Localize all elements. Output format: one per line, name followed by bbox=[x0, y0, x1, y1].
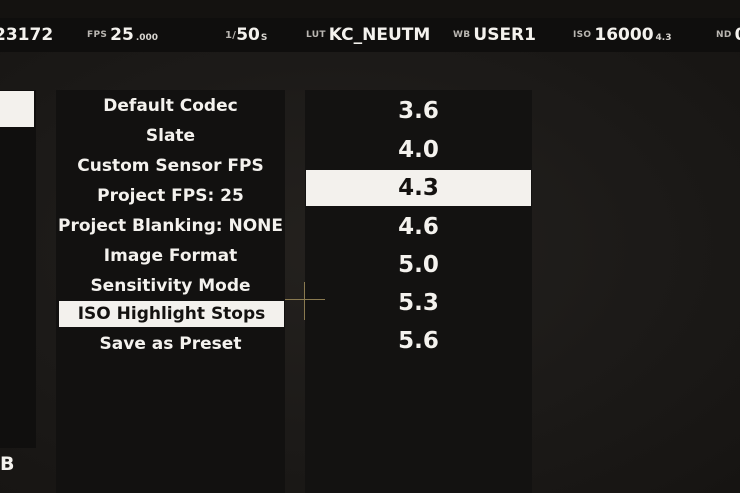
lut-readout: LUT KC_NEUTM bbox=[306, 18, 430, 52]
nd-readout: ND 0 bbox=[716, 18, 740, 52]
value-option[interactable]: 4.0 bbox=[305, 132, 532, 168]
settings-menu: Default Codec Slate Custom Sensor FPS Pr… bbox=[56, 90, 285, 493]
nd-label: ND bbox=[716, 30, 732, 40]
menu-item-sensitivity-mode[interactable]: Sensitivity Mode bbox=[56, 273, 285, 299]
value-option[interactable]: 3.6 bbox=[305, 93, 532, 129]
menu-item-custom-sensor-fps[interactable]: Custom Sensor FPS bbox=[56, 153, 285, 179]
left-menu-panel bbox=[0, 90, 36, 448]
value-option-selected[interactable]: 4.3 bbox=[306, 170, 531, 206]
shutter-pre: 1/ bbox=[225, 29, 237, 41]
lut-value: KC_NEUTM bbox=[328, 25, 431, 45]
left-panel-letter: B bbox=[0, 453, 15, 475]
iso-readout: ISO 16000 4.3 bbox=[573, 18, 672, 52]
clip-value: 23172 bbox=[0, 25, 54, 45]
menu-item-project-fps[interactable]: Project FPS: 25 bbox=[56, 183, 285, 209]
iso-value: 16000 bbox=[594, 25, 654, 45]
iso-sub: 4.3 bbox=[655, 33, 672, 43]
value-option[interactable]: 5.0 bbox=[305, 247, 532, 283]
shutter-readout: 1/ 50 S bbox=[225, 18, 267, 52]
fps-value: 25 bbox=[110, 25, 134, 45]
left-menu-selection[interactable] bbox=[0, 91, 34, 127]
iso-label: ISO bbox=[573, 30, 592, 40]
crosshair-vertical bbox=[304, 282, 305, 320]
status-bar: 23172 FPS 25 .000 1/ 50 S LUT KC_NEUTM W… bbox=[0, 18, 740, 52]
menu-item-default-codec[interactable]: Default Codec bbox=[56, 93, 285, 119]
shutter-unit: S bbox=[260, 33, 268, 43]
fps-readout: FPS 25 .000 bbox=[87, 18, 158, 52]
fps-label: FPS bbox=[87, 30, 108, 40]
value-option[interactable]: 5.3 bbox=[305, 285, 532, 321]
top-edge bbox=[0, 0, 740, 18]
wb-label: WB bbox=[453, 30, 471, 40]
clip-counter: 23172 bbox=[0, 18, 53, 52]
value-option[interactable]: 4.6 bbox=[305, 209, 532, 245]
nd-value: 0 bbox=[735, 25, 740, 45]
menu-item-slate[interactable]: Slate bbox=[56, 123, 285, 149]
value-list: 3.6 4.0 4.3 4.6 5.0 5.3 5.6 bbox=[305, 90, 532, 493]
menu-item-iso-highlight-stops[interactable]: ISO Highlight Stops bbox=[59, 301, 284, 327]
fps-sub: .000 bbox=[135, 33, 159, 43]
menu-item-image-format[interactable]: Image Format bbox=[56, 243, 285, 269]
shutter-value: 50 bbox=[236, 25, 260, 45]
value-option[interactable]: 5.6 bbox=[305, 323, 532, 359]
wb-value: USER1 bbox=[473, 25, 536, 45]
menu-item-save-as-preset[interactable]: Save as Preset bbox=[56, 331, 285, 357]
crosshair-horizontal bbox=[285, 299, 325, 300]
menu-item-project-blanking[interactable]: Project Blanking: NONE bbox=[56, 213, 285, 239]
lut-label: LUT bbox=[306, 30, 326, 40]
wb-readout: WB USER1 bbox=[453, 18, 536, 52]
camera-screen: 23172 FPS 25 .000 1/ 50 S LUT KC_NEUTM W… bbox=[0, 0, 740, 493]
